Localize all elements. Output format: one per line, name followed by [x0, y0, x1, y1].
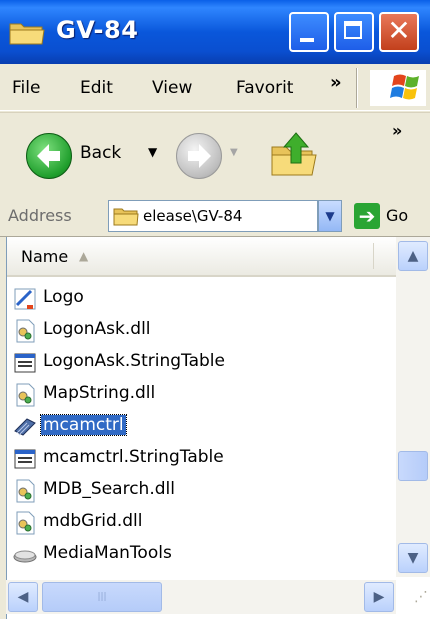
menu-overflow-chevron[interactable]: »: [330, 72, 342, 93]
maximize-button[interactable]: [334, 12, 374, 52]
forward-arrow-icon[interactable]: [176, 133, 222, 179]
folder-up-icon[interactable]: [268, 129, 320, 181]
folder-icon: [9, 23, 45, 45]
vertical-scrollbar[interactable]: ▲ ▼: [396, 237, 430, 577]
menu-favorites[interactable]: Favorit: [236, 78, 293, 98]
chevron-down-icon[interactable]: ▼: [318, 200, 342, 232]
list-item-label: Logo: [43, 287, 84, 307]
list-item-label: LogonAsk.StringTable: [43, 351, 225, 371]
horizontal-scroll-thumb[interactable]: |||: [42, 582, 162, 612]
list-item-label: mcamctrl.StringTable: [43, 447, 224, 467]
stringtable-file-icon: [14, 449, 36, 469]
file-list[interactable]: Name ▲ Logo LogonAsk.dll LogonAsk.String…: [6, 237, 430, 619]
menu-bar: File Edit View Favorit »: [0, 64, 430, 111]
dll-file-icon: [16, 511, 35, 535]
toolbar-overflow-chevron[interactable]: »: [392, 121, 402, 140]
dll-file-icon: [16, 479, 35, 503]
application-icon: [13, 550, 37, 563]
list-item-label: MDB_Search.dll: [43, 479, 175, 499]
dll-file-icon: [16, 383, 35, 407]
standard-toolbar: Back ▼ ▼ »: [0, 112, 430, 198]
shortcut-icon: [14, 288, 36, 310]
window-title: GV-84: [56, 16, 139, 44]
menu-view[interactable]: View: [152, 78, 192, 98]
minimize-icon: [300, 38, 314, 42]
address-bar: Address elease\GV-84 ▼ ➔ Go: [0, 196, 430, 237]
address-value: elease\GV-84: [143, 207, 243, 225]
menu-edit[interactable]: Edit: [80, 78, 113, 98]
back-arrow-icon[interactable]: [26, 133, 72, 179]
address-label: Address: [8, 206, 72, 225]
horizontal-scrollbar[interactable]: ◀ ||| ▶: [6, 580, 396, 614]
list-item-label: MapString.dll: [43, 383, 156, 403]
address-input[interactable]: elease\GV-84: [108, 200, 318, 232]
scroll-right-icon[interactable]: ▶: [364, 582, 394, 612]
scroll-left-icon[interactable]: ◀: [8, 582, 38, 612]
menu-file[interactable]: File: [12, 78, 40, 98]
column-header-name[interactable]: Name ▲: [7, 237, 399, 277]
back-button-label[interactable]: Back: [80, 143, 121, 163]
back-dropdown-icon[interactable]: ▼: [148, 145, 157, 159]
activex-control-icon: [14, 418, 36, 436]
stringtable-file-icon: [14, 353, 36, 373]
list-item-label: mdbGrid.dll: [43, 511, 143, 531]
column-divider[interactable]: [373, 243, 374, 269]
list-item-label: LogonAsk.dll: [43, 319, 151, 339]
menu-separator: [356, 68, 358, 108]
sort-ascending-icon: ▲: [79, 249, 89, 263]
list-item-label: MediaManTools: [43, 543, 172, 563]
list-item-label: mcamctrl: [40, 414, 127, 436]
dll-file-icon: [16, 319, 35, 343]
minimize-button[interactable]: [289, 12, 329, 52]
forward-dropdown-icon[interactable]: ▼: [230, 147, 238, 158]
title-bar[interactable]: GV-84 ✕: [0, 0, 430, 64]
maximize-icon: [344, 21, 362, 39]
resize-grip-icon[interactable]: ⋰: [398, 582, 428, 612]
folder-icon: [113, 208, 139, 226]
scroll-down-icon[interactable]: ▼: [398, 543, 428, 573]
windows-logo-icon: [370, 70, 426, 106]
explorer-window: GV-84 ✕ File Edit View Favorit » Back ▼ …: [0, 0, 430, 619]
go-arrow-icon[interactable]: ➔: [354, 203, 380, 229]
vertical-scroll-thumb[interactable]: [398, 451, 428, 481]
scroll-up-icon[interactable]: ▲: [398, 241, 428, 271]
column-header-label: Name: [21, 247, 69, 266]
go-button-label[interactable]: Go: [386, 206, 408, 225]
close-button[interactable]: ✕: [379, 12, 419, 52]
close-icon: ✕: [387, 14, 411, 47]
